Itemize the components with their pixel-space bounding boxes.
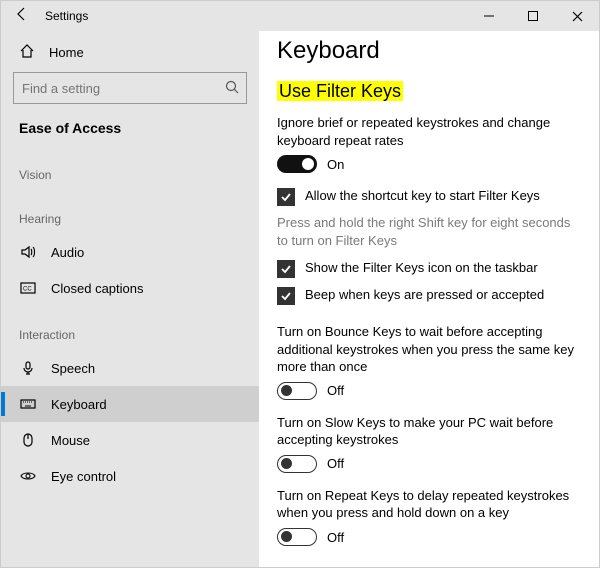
microphone-icon [19, 360, 37, 376]
filter-keys-toggle-state: On [327, 157, 344, 172]
sidebar-item-speech[interactable]: Speech [1, 350, 259, 386]
slow-keys-desc: Turn on Slow Keys to make your PC wait b… [277, 414, 577, 449]
slow-keys-state: Off [327, 456, 344, 471]
beep-checkbox-label: Beep when keys are pressed or accepted [305, 286, 544, 304]
repeat-keys-state: Off [327, 530, 344, 545]
repeat-keys-toggle[interactable] [277, 528, 317, 546]
bounce-keys-toggle[interactable] [277, 382, 317, 400]
bounce-keys-state: Off [327, 383, 344, 398]
taskbar-icon-checkbox[interactable] [277, 260, 295, 278]
sidebar-item-mouse[interactable]: Mouse [1, 422, 259, 458]
bounce-keys-desc: Turn on Bounce Keys to wait before accep… [277, 323, 577, 376]
sidebar-item-label: Audio [51, 245, 84, 260]
filter-keys-heading: Use Filter Keys [277, 81, 403, 102]
sidebar-item-label: Keyboard [51, 397, 107, 412]
page-title: Keyboard [277, 37, 589, 65]
sidebar: Home Ease of Access Vision Hearing Audio… [1, 31, 259, 567]
close-button[interactable] [555, 1, 599, 31]
audio-icon [19, 244, 37, 260]
filter-keys-toggle[interactable] [277, 155, 317, 173]
svg-text:CC: CC [23, 287, 32, 293]
sidebar-category: Ease of Access [1, 114, 259, 146]
main-content: Keyboard Use Filter Keys Ignore brief or… [259, 31, 599, 567]
window-title: Settings [45, 9, 88, 23]
shortcut-checkbox[interactable] [277, 188, 295, 206]
back-button[interactable] [1, 6, 43, 27]
sidebar-item-eye-control[interactable]: Eye control [1, 458, 259, 494]
sidebar-item-label: Mouse [51, 433, 90, 448]
repeat-keys-desc: Turn on Repeat Keys to delay repeated ke… [277, 487, 577, 522]
sidebar-section-interaction: Interaction [1, 306, 259, 350]
sidebar-section-hearing: Hearing [1, 190, 259, 234]
taskbar-icon-checkbox-label: Show the Filter Keys icon on the taskbar [305, 259, 538, 277]
mouse-icon [19, 432, 37, 448]
sidebar-item-label: Eye control [51, 469, 116, 484]
minimize-button[interactable] [467, 1, 511, 31]
sidebar-item-label: Speech [51, 361, 95, 376]
sidebar-home-label: Home [49, 45, 84, 60]
eye-icon [19, 468, 37, 484]
search-input[interactable] [13, 72, 247, 104]
sidebar-home[interactable]: Home [1, 35, 259, 72]
sidebar-item-label: Closed captions [51, 281, 144, 296]
keyboard-icon [19, 396, 37, 412]
shortcut-help-text: Press and hold the right Shift key for e… [277, 214, 577, 249]
sidebar-item-audio[interactable]: Audio [1, 234, 259, 270]
sidebar-item-keyboard[interactable]: Keyboard [1, 386, 259, 422]
slow-keys-toggle[interactable] [277, 455, 317, 473]
maximize-button[interactable] [511, 1, 555, 31]
beep-checkbox[interactable] [277, 287, 295, 305]
shortcut-checkbox-label: Allow the shortcut key to start Filter K… [305, 187, 540, 205]
sidebar-item-closed-captions[interactable]: CC Closed captions [1, 270, 259, 306]
filter-keys-desc: Ignore brief or repeated keystrokes and … [277, 114, 577, 149]
titlebar: Settings [1, 1, 599, 31]
home-icon [19, 43, 35, 62]
cc-icon: CC [19, 280, 37, 296]
sidebar-section-vision: Vision [1, 146, 259, 190]
